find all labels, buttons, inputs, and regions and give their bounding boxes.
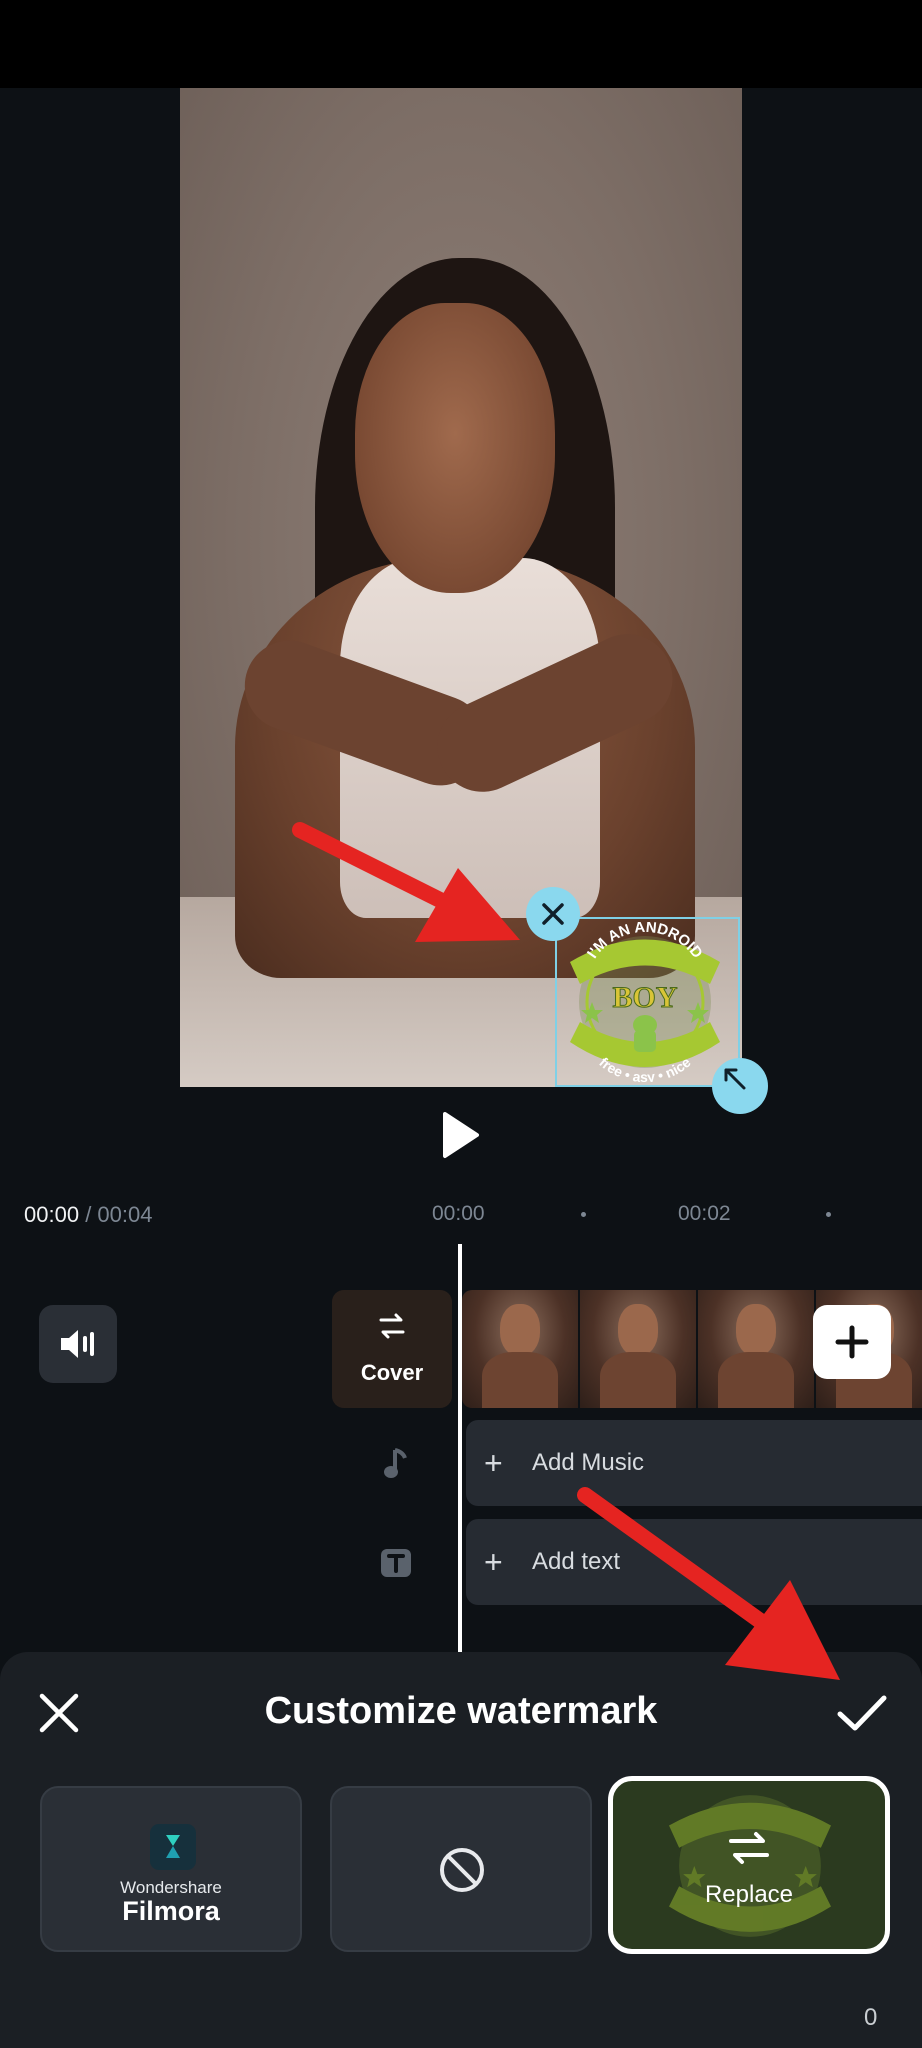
swap-icon — [613, 1829, 885, 1872]
watermark-center-text: BOY — [612, 981, 677, 1014]
clip-thumbnail — [698, 1290, 814, 1408]
cover-thumbnail-shade — [332, 1290, 452, 1408]
ruler-mark-1: 00:02 — [678, 1202, 731, 1225]
ruler-mark-0: 00:00 — [432, 1202, 485, 1225]
plus-icon: + — [484, 1444, 503, 1481]
cover-button[interactable]: Cover — [332, 1290, 452, 1408]
watermark-option-filmora[interactable]: Wondershare Filmora — [40, 1786, 302, 1952]
playhead[interactable] — [458, 1244, 462, 1652]
watermark-delete-button[interactable] — [526, 887, 580, 941]
mute-audio-button[interactable] — [39, 1305, 117, 1383]
replace-label: Replace — [704, 1881, 794, 1908]
resize-icon — [724, 1068, 746, 1090]
add-music-label: Add Music — [532, 1449, 645, 1476]
current-time: 00:00 — [24, 1202, 80, 1227]
add-clip-button[interactable] — [813, 1305, 891, 1379]
clip-thumbnail — [580, 1290, 696, 1408]
status-bar — [0, 0, 922, 88]
android-figure-icon — [633, 1015, 657, 1052]
swap-icon — [332, 1312, 452, 1347]
play-icon[interactable] — [441, 1110, 481, 1160]
checkmark-icon[interactable] — [836, 1690, 888, 1736]
person-face — [355, 303, 555, 593]
total-time: 00:04 — [97, 1202, 153, 1227]
music-note-icon — [378, 1446, 414, 1482]
clip-thumbnail — [462, 1290, 578, 1408]
timecode-display: 00:00 / 00:04 — [24, 1202, 153, 1227]
add-text-button[interactable]: + Add text — [466, 1519, 922, 1605]
filmora-brand-small: Wondershare — [120, 1878, 222, 1897]
ruler-dot — [826, 1212, 831, 1217]
counter: 0 — [864, 2004, 878, 2031]
plus-icon — [835, 1325, 869, 1359]
panel-title: Customize watermark — [264, 1690, 658, 1732]
filmora-logo-icon — [150, 1824, 196, 1870]
watermark-badge: I'M AN ANDROID BOY free • asy • nice — [570, 922, 720, 1082]
add-music-button[interactable]: + Add Music — [466, 1420, 922, 1506]
add-text-label: Add text — [532, 1548, 621, 1575]
speaker-icon — [61, 1330, 94, 1358]
ruler-dot — [581, 1212, 586, 1217]
plus-icon: + — [484, 1543, 503, 1580]
filmora-brand-big: Filmora — [122, 1896, 220, 1926]
watermark-option-none[interactable] — [330, 1786, 592, 1952]
watermark-resize-handle[interactable] — [712, 1058, 768, 1114]
cover-label: Cover — [360, 1360, 424, 1385]
close-icon — [542, 903, 564, 925]
text-track-icon — [378, 1545, 414, 1581]
watermark-option-custom-replace[interactable]: Replace — [608, 1776, 890, 1954]
no-watermark-icon — [440, 1848, 484, 1892]
